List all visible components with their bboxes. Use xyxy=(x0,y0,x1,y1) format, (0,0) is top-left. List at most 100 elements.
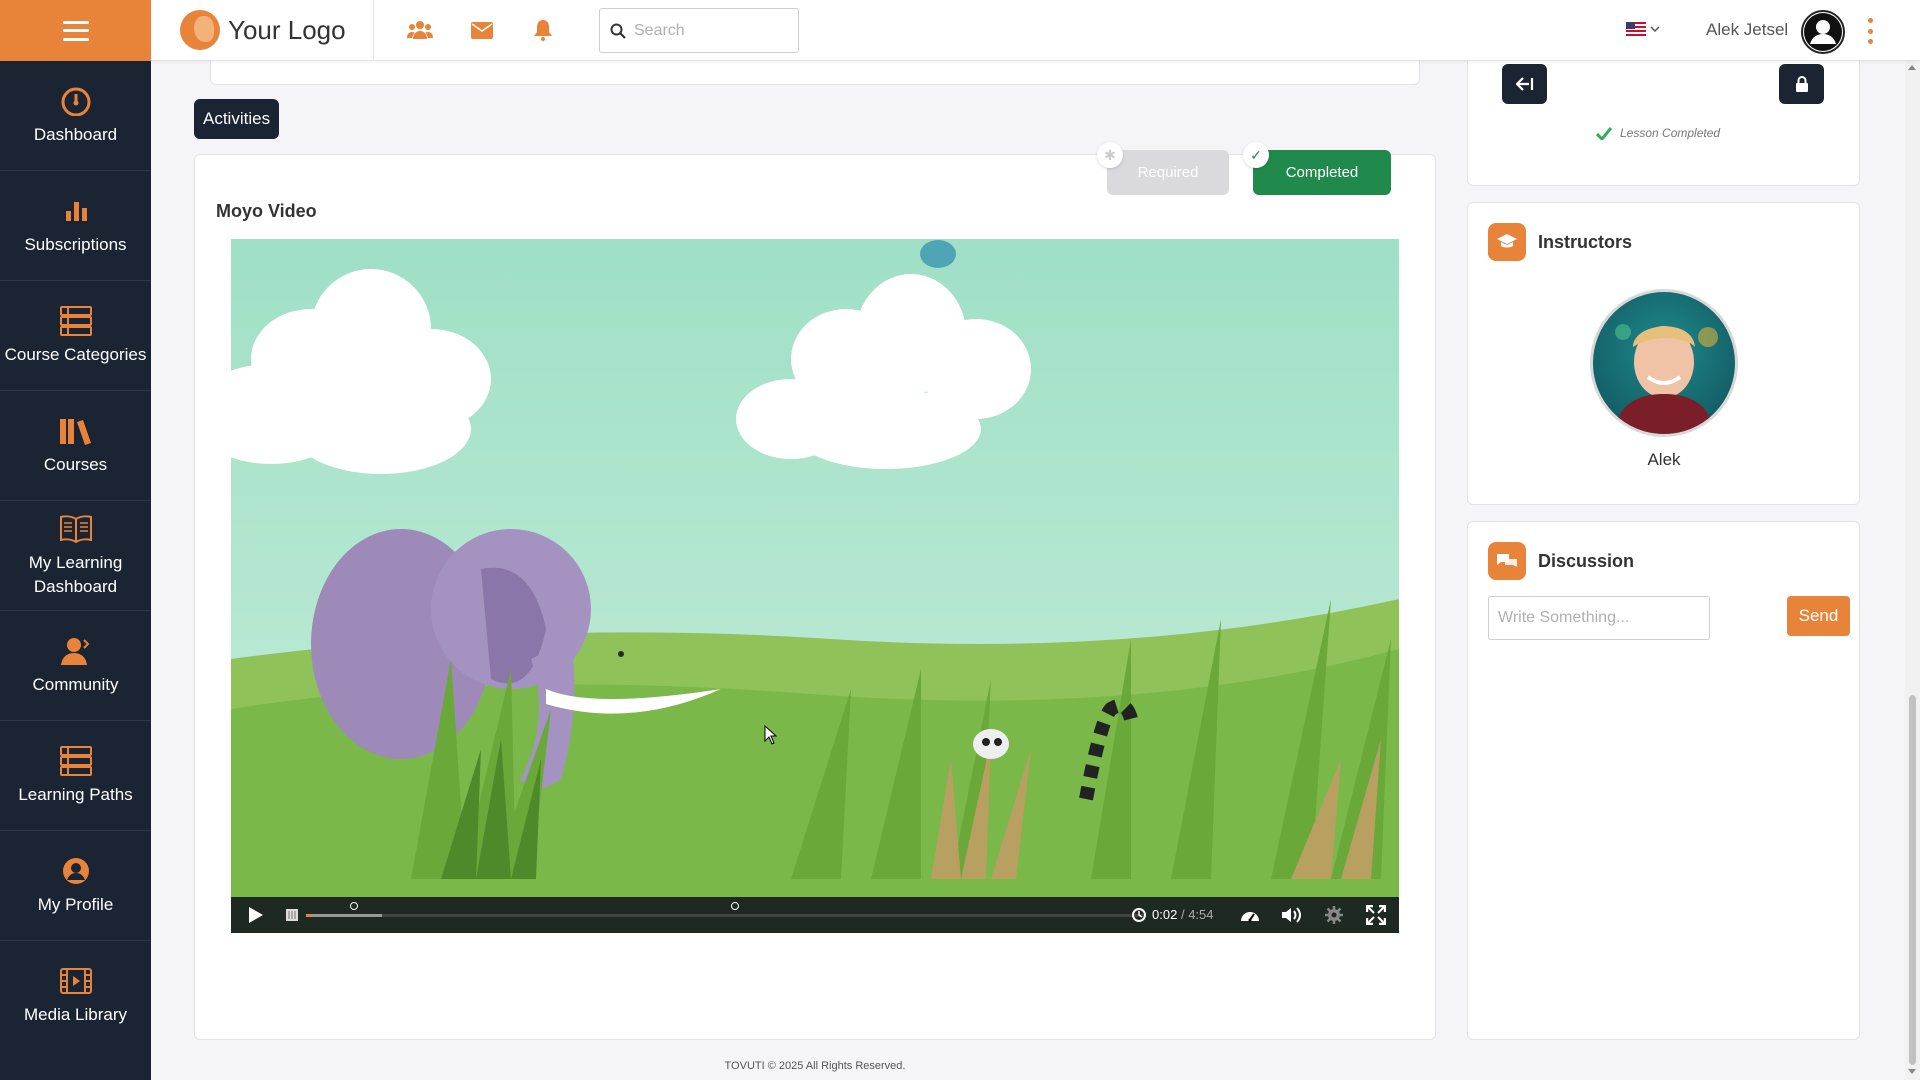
discussion-title: Discussion xyxy=(1538,550,1635,571)
sidebar-item-label: Course Categories xyxy=(4,344,147,364)
activity-card: ✱ Required ✓ Completed Moyo Video 0:02 /… xyxy=(194,142,1436,1040)
discussion-card: Discussion Send xyxy=(1467,521,1860,1040)
buffered-bar xyxy=(306,914,382,917)
completed-label: Completed xyxy=(1285,164,1359,181)
next-lesson-locked-button[interactable] xyxy=(1779,64,1824,104)
asterisk-icon: ✱ xyxy=(1097,142,1123,168)
list-icon xyxy=(59,305,93,337)
language-selector[interactable] xyxy=(1626,22,1660,36)
completed-button[interactable]: ✓ Completed xyxy=(1243,142,1391,195)
sidebar-item-label: Learning Paths xyxy=(18,784,133,804)
logo-icon xyxy=(180,10,220,50)
sidebar-item-label: Courses xyxy=(43,454,108,474)
chapter-marker[interactable] xyxy=(350,902,358,910)
menu-toggle-button[interactable] xyxy=(0,0,151,61)
lock-icon xyxy=(1795,76,1808,92)
sidebar-item-courses[interactable]: Courses xyxy=(0,391,151,501)
current-time: 0:02 xyxy=(1152,907,1178,922)
page-scrollbar[interactable] xyxy=(1905,61,1920,1080)
send-button[interactable]: Send xyxy=(1787,596,1850,636)
play-icon[interactable] xyxy=(245,905,267,925)
fullscreen-icon[interactable] xyxy=(1365,905,1387,925)
video-player[interactable]: 0:02 / 4:54 xyxy=(231,239,1399,933)
sidebar-item-label: Subscriptions xyxy=(24,234,127,254)
scroll-down-icon[interactable] xyxy=(1908,1069,1916,1074)
sidebar: Dashboard Subscriptions Course Categorie… xyxy=(0,61,151,1080)
sidebar-item-community[interactable]: Community xyxy=(0,611,151,721)
arrow-left-icon xyxy=(1515,77,1533,91)
flag-us-icon xyxy=(1626,22,1646,36)
video-title: Moyo Video xyxy=(216,201,317,221)
sidebar-item-learning-paths[interactable]: Learning Paths xyxy=(0,721,151,831)
sidebar-item-dashboard[interactable]: Dashboard xyxy=(0,61,151,171)
bell-icon[interactable] xyxy=(530,18,556,42)
sidebar-item-course-categories[interactable]: Course Categories xyxy=(0,281,151,391)
activities-tab[interactable]: Activities xyxy=(194,99,280,139)
settings-gear-icon[interactable] xyxy=(1323,905,1345,925)
lesson-nav-card: Lesson Completed xyxy=(1467,61,1860,186)
sidebar-item-my-profile[interactable]: My Profile xyxy=(0,831,151,941)
sidebar-item-my-learning-dashboard[interactable]: My Learning Dashboard xyxy=(0,501,151,611)
sidebar-item-media-library[interactable]: Media Library xyxy=(0,941,151,1051)
instructor-avatar[interactable] xyxy=(1590,289,1738,437)
graduation-cap-icon xyxy=(1488,223,1526,261)
community-icon xyxy=(59,635,93,667)
video-progress-bar[interactable] xyxy=(306,902,1146,917)
required-badge: ✱ Required xyxy=(1097,142,1229,195)
mail-icon[interactable] xyxy=(469,18,495,42)
playback-speed-icon[interactable] xyxy=(1239,905,1261,925)
search-icon xyxy=(610,23,626,39)
chapters-icon[interactable] xyxy=(281,905,303,925)
discussion-input[interactable] xyxy=(1488,596,1710,640)
chevron-down-icon xyxy=(1650,25,1660,32)
open-book-icon xyxy=(59,513,93,545)
footer-copyright: TOVUTI © 2025 All Rights Reserved. xyxy=(724,1060,906,1072)
instructors-card: Instructors Alek xyxy=(1467,202,1860,505)
search-input[interactable] xyxy=(634,21,784,40)
sidebar-item-label: My Profile xyxy=(37,894,114,914)
more-vertical-icon[interactable] xyxy=(1866,18,1874,44)
logo[interactable]: Your Logo xyxy=(180,10,346,50)
lesson-completed-text: Lesson Completed xyxy=(1620,126,1721,140)
chat-bubbles-icon xyxy=(1488,542,1526,580)
sidebar-item-label: Media Library xyxy=(24,1005,127,1024)
bar-chart-icon xyxy=(59,195,93,227)
user-name[interactable]: Alek Jetsel xyxy=(1706,20,1788,40)
lesson-completed-status: Lesson Completed xyxy=(1596,126,1720,140)
checkmark-icon: ✓ xyxy=(1243,142,1269,168)
sidebar-item-label: My Learning Dashboard xyxy=(28,552,123,596)
sidebar-item-label: Community xyxy=(32,674,119,694)
scroll-up-icon[interactable] xyxy=(1908,65,1916,70)
required-label: Required xyxy=(1137,164,1199,181)
rewind-icon[interactable] xyxy=(1128,905,1150,925)
top-bar: Your Logo Alek Jetsel xyxy=(0,0,1920,61)
user-circle-icon xyxy=(59,855,93,887)
time-separator: / xyxy=(1180,907,1185,922)
video-controls: 0:02 / 4:54 xyxy=(231,897,1399,933)
played-bar xyxy=(306,914,312,917)
user-avatar-icon[interactable] xyxy=(1801,10,1845,54)
mouse-cursor-icon xyxy=(764,725,778,745)
users-icon[interactable] xyxy=(407,18,433,42)
chapter-marker[interactable] xyxy=(731,902,739,910)
header-divider xyxy=(373,0,374,61)
list-icon xyxy=(59,745,93,777)
playback-time: 0:02 / 4:54 xyxy=(1152,907,1214,922)
previous-lesson-button[interactable] xyxy=(1502,64,1547,104)
scrollbar-thumb[interactable] xyxy=(1909,695,1916,1065)
video-frame xyxy=(231,239,1399,897)
sidebar-item-label: Dashboard xyxy=(33,124,118,144)
film-icon xyxy=(59,965,93,997)
instructor-name[interactable]: Alek xyxy=(1468,450,1860,470)
lesson-header-card xyxy=(210,61,1420,85)
books-icon xyxy=(59,415,93,447)
duration: 4:54 xyxy=(1188,907,1214,922)
sidebar-item-subscriptions[interactable]: Subscriptions xyxy=(0,171,151,281)
dashboard-gauge-icon xyxy=(59,85,93,117)
instructors-title: Instructors xyxy=(1538,231,1633,252)
check-icon xyxy=(1596,126,1612,140)
logo-text: Your Logo xyxy=(228,14,346,45)
search-box xyxy=(599,8,799,53)
hamburger-icon xyxy=(62,20,89,41)
volume-icon[interactable] xyxy=(1281,905,1303,925)
